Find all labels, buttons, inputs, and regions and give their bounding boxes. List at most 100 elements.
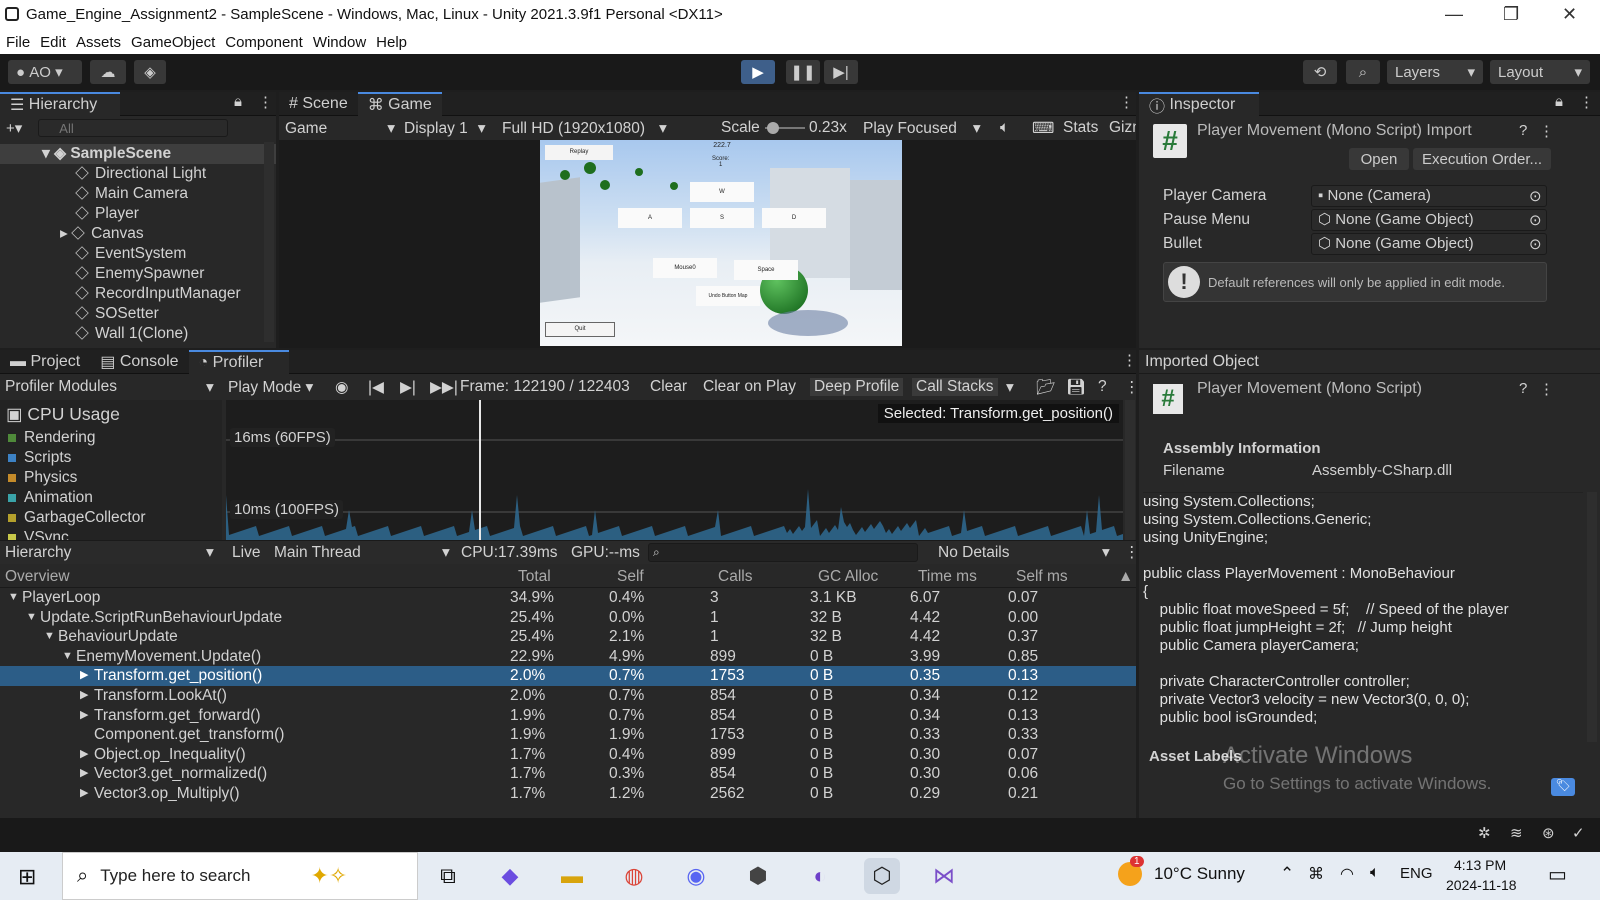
play-button[interactable]: ▶ — [741, 60, 775, 84]
mute-audio-icon[interactable]: 🔈︎ — [1000, 119, 1009, 137]
menu-edit[interactable]: Edit — [40, 34, 66, 51]
table-row[interactable]: ▼ EnemyMovement.Update() 22.9% 4.9% 899 0 B 3.… — [0, 647, 1136, 667]
expand-arrow-icon[interactable]: ▸ — [60, 225, 72, 242]
display-dropdown[interactable]: Display 1 ▾ — [404, 119, 486, 138]
tab-inspector[interactable]: ⓘ Inspector — [1139, 91, 1259, 116]
view-dropdown[interactable]: Hierarchy — [5, 544, 71, 562]
hierarchy-item[interactable]: Wall 1(Clone) — [0, 324, 276, 344]
close-button[interactable]: ✕ — [1562, 4, 1577, 25]
table-row[interactable]: ▶ Vector3.get_normalized() 1.7% 0.3% 854 0 B 0… — [0, 764, 1136, 784]
game-mode-dropdown[interactable]: Game ▾ — [285, 119, 395, 138]
bullet-field[interactable]: ⬡ None (Game Object) — [1311, 233, 1547, 255]
expand-arrow-icon[interactable]: ▼ — [8, 588, 19, 608]
help-icon[interactable]: ? — [1519, 380, 1527, 397]
more-icon[interactable]: ⋮ — [1539, 122, 1554, 140]
lock-icon[interactable]: 🔒︎ — [1555, 93, 1563, 110]
play-mode-dropdown[interactable]: Play Mode ▾ — [228, 378, 313, 397]
inspector-scrollbar[interactable] — [1587, 492, 1597, 742]
key-a-button[interactable]: A — [618, 208, 682, 228]
expand-arrow-icon[interactable]: ▼ — [44, 627, 55, 647]
cpu-chart[interactable]: 16ms (60FPS) 10ms (100FPS) Selected: Tra… — [226, 400, 1123, 540]
hierarchy-item[interactable]: Main Camera — [0, 184, 276, 204]
step-button[interactable]: ▶| — [824, 60, 858, 84]
file-explorer-icon[interactable]: ▬ — [554, 858, 590, 894]
table-row[interactable]: ▶ Object.op_Inequality() 1.7% 0.4% 899 0 B 0.3… — [0, 745, 1136, 765]
cpu-category-animation[interactable]: Animation — [0, 488, 222, 508]
volume-icon[interactable]: 🔈︎ — [1370, 864, 1380, 882]
tab-project[interactable]: ▬ Project — [0, 350, 90, 374]
visual-studio-icon[interactable]: ⋈ — [926, 858, 962, 894]
table-row[interactable]: Component.get_transform() 1.9% 1.9% 1753 0 B… — [0, 725, 1136, 745]
hierarchy-search-input[interactable] — [38, 119, 229, 137]
gizmos-button[interactable]: Gizmos — [1109, 119, 1136, 137]
task-view-icon[interactable]: ⧉ — [430, 858, 466, 894]
details-dropdown[interactable]: No Details — [938, 544, 1010, 562]
maximize-button[interactable]: ❐ — [1503, 4, 1519, 25]
tab-scene[interactable]: # Scene — [279, 92, 358, 116]
cpu-category-garbagecollector[interactable]: GarbageCollector — [0, 508, 222, 528]
search-button[interactable]: ⌕ — [1346, 60, 1380, 84]
hierarchy-item[interactable]: EventSystem — [0, 244, 276, 264]
more-icon[interactable]: ⋮ — [1539, 380, 1554, 398]
table-row[interactable]: ▼ Update.ScriptRunBehaviourUpdate 25.4% 0.0… — [0, 608, 1136, 628]
key-d-button[interactable]: D — [762, 208, 826, 228]
collapse-arrow-icon[interactable]: ▶ — [80, 666, 88, 686]
undo-button[interactable]: Undo Button Map — [696, 286, 760, 306]
menu-assets[interactable]: Assets — [76, 34, 121, 51]
col-overview[interactable]: Overview — [5, 564, 70, 590]
quit-button[interactable]: Quit — [545, 322, 615, 337]
chart-scrollbar[interactable] — [1125, 400, 1135, 540]
tab-console[interactable]: ▤ Console — [90, 350, 188, 374]
lock-icon[interactable]: 🔒︎ — [234, 93, 242, 110]
scene-row[interactable]: ▾ ◈ SampleScene — [0, 144, 276, 164]
layout-dropdown[interactable]: Layout ▾ — [1490, 60, 1590, 84]
table-row[interactable]: ▶ Transform.get_forward() 1.9% 0.7% 854 0 B 0.… — [0, 706, 1136, 726]
col-self-ms[interactable]: Self ms — [1016, 564, 1068, 590]
object-picker-icon[interactable]: ⊙ — [1529, 187, 1542, 205]
save-icon[interactable]: 💾︎ — [1066, 378, 1086, 397]
profiler-modules-dropdown[interactable]: Profiler Modules — [5, 378, 117, 396]
menu-gameobject[interactable]: GameObject — [131, 34, 215, 51]
cpu-category-physics[interactable]: Physics — [0, 468, 222, 488]
cpu-category-scripts[interactable]: Scripts — [0, 448, 222, 468]
tab-profiler[interactable]: ◔ Profiler — [188, 349, 289, 374]
hierarchy-item[interactable]: ▸ Canvas — [0, 224, 276, 244]
check-icon[interactable]: ✓ — [1572, 824, 1585, 842]
help-icon[interactable]: ? — [1098, 378, 1107, 396]
previous-frame-icon[interactable]: |◀ — [368, 378, 384, 397]
deep-profile-button[interactable]: Deep Profile — [810, 378, 904, 396]
table-row[interactable]: ▼ BehaviourUpdate 25.4% 2.1% 1 32 B 4.42 0.37 — [0, 627, 1136, 647]
hierarchy-item[interactable]: RecordInputManager — [0, 284, 276, 304]
tab-game[interactable]: ⌘ Game — [357, 91, 442, 116]
cpu-category-vsync[interactable]: VSync — [0, 528, 222, 540]
more-icon[interactable]: ⋮ — [1124, 378, 1140, 397]
wifi-icon[interactable]: ◠ — [1340, 864, 1354, 884]
play-focus-dropdown[interactable]: Play Focused ▾ — [863, 119, 981, 138]
collapse-arrow-icon[interactable]: ▶ — [80, 686, 88, 706]
clear-button[interactable]: Clear — [650, 378, 687, 396]
cpu-category-rendering[interactable]: Rendering — [0, 428, 222, 448]
pause-button[interactable]: ❚❚ — [786, 60, 820, 84]
table-scrollbar[interactable] — [1146, 590, 1156, 800]
next-frame-icon[interactable]: ▶| — [400, 378, 416, 397]
col-self[interactable]: Self — [617, 564, 644, 590]
collapse-arrow-icon[interactable]: ▶ — [80, 784, 88, 804]
clock-time[interactable]: 4:13 PM — [1454, 857, 1506, 873]
live-toggle[interactable]: Live — [232, 544, 260, 562]
github-desktop-icon[interactable]: ◐ — [802, 858, 838, 894]
more-icon[interactable]: ⋮ — [1579, 93, 1594, 111]
cpu-usage-module[interactable]: ▣ CPU Usage — [0, 400, 222, 428]
scale-slider-handle[interactable] — [767, 122, 779, 134]
record-icon[interactable]: ◉ — [335, 378, 349, 397]
windows-start-icon[interactable]: ⊞ — [18, 864, 36, 890]
collab-button[interactable]: ◈ — [134, 60, 166, 84]
table-row[interactable]: ▼ PlayerLoop 34.9% 0.4% 3 3.1 KB 6.07 0.07 — [0, 588, 1136, 608]
cache-icon[interactable]: ≋ — [1510, 824, 1523, 842]
minimize-button[interactable]: — — [1445, 4, 1463, 25]
object-picker-icon[interactable]: ⊙ — [1529, 235, 1542, 253]
game-viewport[interactable]: Replay 222.7 Score: 1 W A S D Mouse0 Spa… — [540, 140, 902, 346]
stats-button[interactable]: Stats — [1063, 119, 1098, 137]
current-frame-icon[interactable]: ▶▶| — [430, 378, 458, 397]
menu-help[interactable]: Help — [376, 34, 407, 51]
help-icon[interactable]: ? — [1519, 122, 1527, 139]
